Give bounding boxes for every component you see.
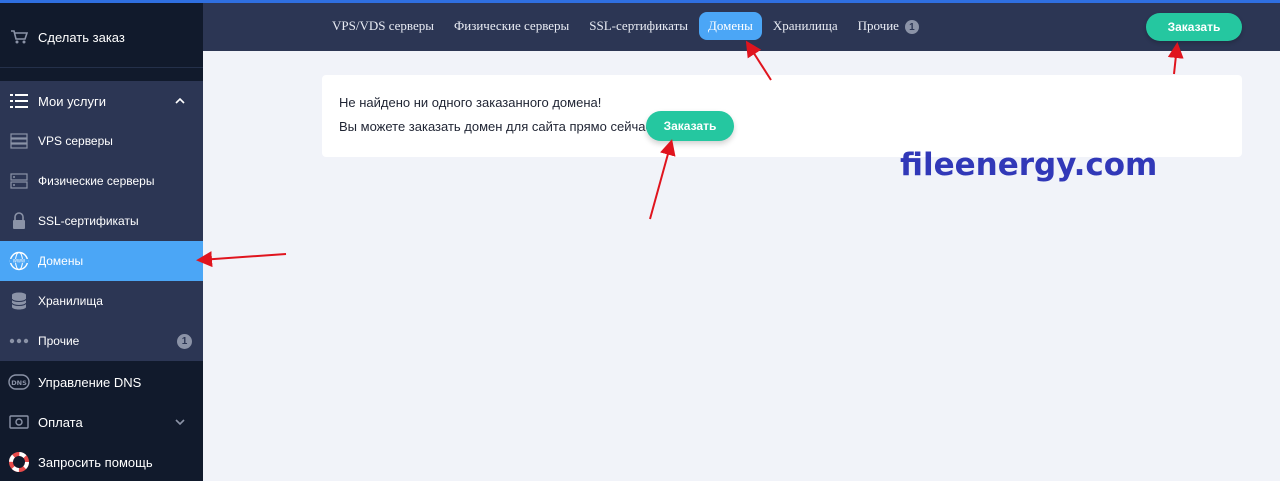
sidebar-item-label: Запросить помощь [38,454,153,470]
sidebar-item-ssl[interactable]: SSL-сертификаты [0,201,203,241]
chevron-up-icon[interactable] [169,98,191,104]
watermark: fileenergy.com [900,147,1158,183]
empty-domains-card: Не найдено ни одного заказанного домена!… [322,75,1242,157]
sidebar-divider [0,67,203,68]
dots-icon [0,338,38,344]
sidebar-group-header[interactable]: Мои услуги [0,81,203,121]
svg-text:DNS: DNS [11,379,27,387]
sidebar-item-label: SSL-сертификаты [38,214,139,228]
sidebar: Сделать заказ Мои услуги VPS серверы Физ… [0,3,203,481]
list-icon [0,94,38,108]
server-icon [0,133,38,149]
sidebar-item-payment[interactable]: Оплата [0,402,203,442]
tab-vps-vds[interactable]: VPS/VDS серверы [323,12,443,40]
tab-physical-servers[interactable]: Физические серверы [445,12,578,40]
sidebar-group-my-services: Мои услуги VPS серверы Физические сервер… [0,81,203,361]
no-domains-message: Не найдено ни одного заказанного домена! [339,95,602,110]
sidebar-item-label: VPS серверы [38,134,113,148]
sidebar-item-label: Прочие [38,334,80,348]
nav-tabs: VPS/VDS серверы Физические серверы SSL-с… [323,12,930,40]
tab-other-label: Прочие [857,18,899,33]
sidebar-item-label: Физические серверы [38,174,155,188]
sidebar-item-dns[interactable]: DNS Управление DNS [0,362,203,402]
payment-icon [0,414,38,430]
sidebar-group-label: Мои услуги [38,93,107,109]
top-navigation: VPS/VDS серверы Физические серверы SSL-с… [203,3,1280,51]
sidebar-item-label: Оплата [38,414,83,430]
count-badge: 1 [177,333,192,349]
tab-storage[interactable]: Хранилища [764,12,847,40]
sidebar-item-other[interactable]: Прочие 1 [0,321,203,361]
sidebar-item-storage[interactable]: Хранилища [0,281,203,321]
tab-domains[interactable]: Домены [699,12,762,40]
chevron-down-icon[interactable] [169,419,191,425]
sidebar-item-label: Домены [38,254,84,268]
sidebar-item-physical-servers[interactable]: Физические серверы [0,161,203,201]
tab-other[interactable]: Прочие 1 [849,12,928,40]
sidebar-item-help[interactable]: Запросить помощь [0,442,203,481]
sidebar-item-vps[interactable]: VPS серверы [0,121,203,161]
tab-ssl[interactable]: SSL-сертификаты [580,12,697,40]
sidebar-item-label: Управление DNS [38,374,142,390]
count-badge: 1 [904,20,919,35]
dns-icon: DNS [0,373,38,391]
sidebar-item-label: Хранилища [38,294,103,308]
order-domain-button[interactable]: Заказать [646,111,734,141]
arrow-to-sidebar-domains [196,251,287,268]
lifebuoy-icon [0,452,38,472]
sidebar-item-domains[interactable]: WWW Домены [0,241,203,281]
database-icon [0,292,38,310]
svg-text:WWW: WWW [13,259,25,264]
sidebar-item-order[interactable]: Сделать заказ [0,15,203,59]
sidebar-item-label: Сделать заказ [38,29,125,45]
order-domain-prompt: Вы можете заказать домен для сайта прямо… [339,119,656,134]
cart-icon [0,29,38,45]
lock-icon [0,212,38,230]
order-button[interactable]: Заказать [1146,13,1242,41]
rack-server-icon [0,173,38,189]
www-globe-icon: WWW [0,251,38,271]
